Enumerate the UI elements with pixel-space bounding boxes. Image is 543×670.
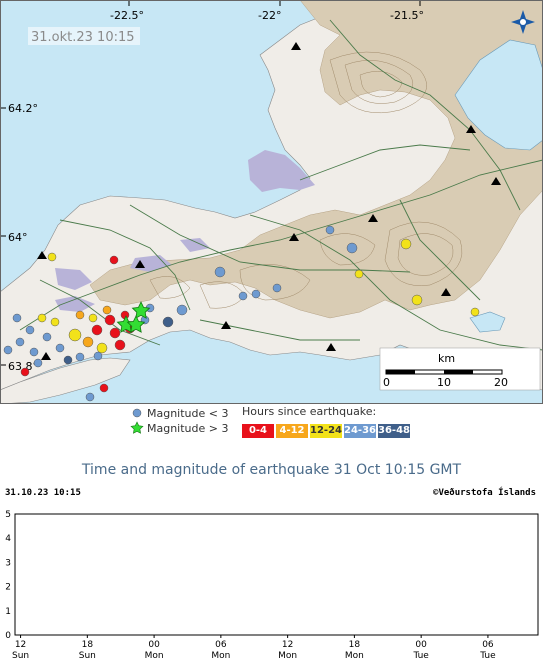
hours-4-12: 4-12: [276, 424, 308, 438]
hours-24-36: 24-36: [344, 424, 376, 438]
x-tick-day: Mon: [145, 651, 164, 661]
small-quake-icon: [132, 408, 142, 418]
earthquake-map: -22.5° -22° -21.5° 64.2° 64° 63.8° 31.ok…: [0, 0, 543, 404]
y-tick-label: 0: [5, 631, 11, 641]
scale-tick: 10: [437, 376, 451, 389]
scale-tick: 20: [494, 376, 508, 389]
hours-0-4: 0-4: [242, 424, 274, 438]
scale-unit: km: [438, 352, 455, 365]
lon-label: -22°: [258, 9, 281, 22]
magnitude-chart: 01234512Sun18Sun00Mon06Mon12Mon18Mon00Tu…: [5, 510, 539, 661]
x-tick-day: Mon: [345, 651, 364, 661]
scale-box: [379, 347, 541, 391]
x-tick-time: 12: [282, 640, 293, 650]
y-tick-label: 4: [5, 534, 11, 544]
x-tick-time: 00: [148, 640, 160, 650]
x-tick-day: Tue: [479, 651, 496, 661]
chart-credit: ©Veðurstofa Íslands: [433, 488, 536, 498]
x-tick-day: Tue: [412, 651, 429, 661]
x-tick-day: Mon: [211, 651, 230, 661]
chart-axes: 01234512Sun18Sun00Mon06Mon12Mon18Mon00Tu…: [5, 510, 539, 661]
x-tick-time: 00: [415, 640, 427, 650]
x-tick-time: 12: [15, 640, 26, 650]
map-timestamp: 31.okt.23 10:15: [31, 30, 135, 45]
y-tick-label: 3: [5, 558, 11, 568]
x-tick-time: 18: [349, 640, 361, 650]
y-tick-label: 1: [5, 607, 11, 617]
legend-mag-large: Magnitude > 3: [147, 422, 229, 435]
lat-label: 64.2°: [8, 102, 38, 115]
legend-mag-small: Magnitude < 3: [147, 407, 229, 420]
legend-symbols: [130, 408, 144, 434]
plot-frame: [14, 513, 539, 636]
y-tick-label: 5: [5, 510, 11, 520]
scale-bar: [385, 369, 503, 375]
chart-title: Time and magnitude of earthquake 31 Oct …: [81, 462, 462, 478]
x-tick-day: Sun: [12, 651, 29, 661]
large-quake-star-icon: [130, 421, 144, 434]
lon-label: -22.5°: [110, 9, 144, 22]
hours-36-48: 36-48: [378, 424, 410, 438]
hours-12-24: 12-24: [310, 424, 342, 438]
x-tick-day: Sun: [79, 651, 96, 661]
x-tick-day: Mon: [278, 651, 297, 661]
legend-hours-title: Hours since earthquake:: [242, 405, 377, 418]
lat-label: 64°: [8, 231, 28, 244]
x-tick-time: 18: [82, 640, 94, 650]
x-tick-time: 06: [215, 640, 227, 650]
lon-label: -21.5°: [390, 9, 424, 22]
chart-timestamp: 31.10.23 10:15: [5, 488, 81, 498]
x-tick-time: 06: [482, 640, 494, 650]
scale-tick: 0: [383, 376, 390, 389]
y-tick-label: 2: [5, 583, 11, 593]
